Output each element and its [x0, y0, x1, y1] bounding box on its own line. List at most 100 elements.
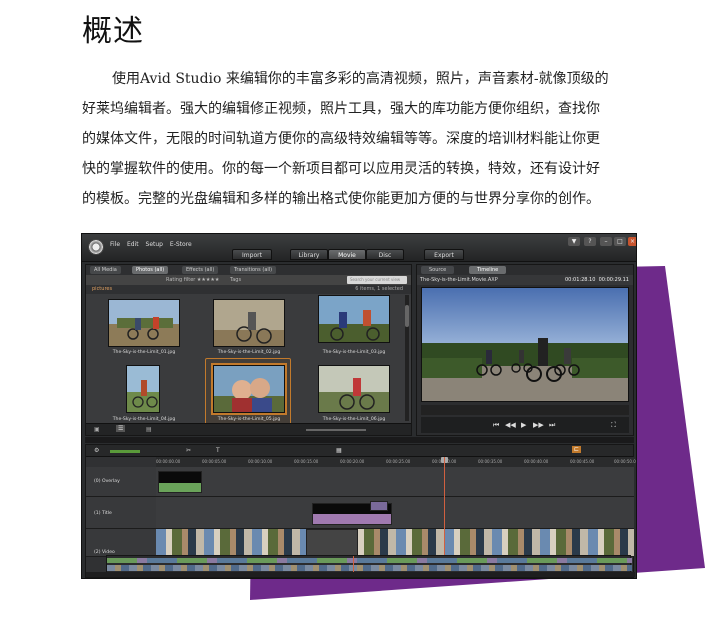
tab-export[interactable]: Export	[424, 249, 464, 260]
help-icon[interactable]: ?	[584, 237, 596, 246]
track-overlay	[156, 467, 634, 497]
paragraph-line: 的模板。完整的光盘编辑和多样的输出格式使你能更加方便的与世界分享你的创作。	[82, 191, 600, 207]
photo-thumbnail[interactable]	[318, 295, 390, 343]
track-header-video[interactable]: (2) Video	[86, 529, 156, 557]
folder-bar: pictures 6 items, 1 selected	[86, 285, 411, 294]
photo-thumbnail[interactable]	[108, 299, 180, 347]
player-tab-timeline[interactable]: Timeline	[469, 266, 507, 274]
library-panel: All Media Photos (all) Effects (all) Tra…	[85, 264, 412, 436]
player-ruler[interactable]	[421, 405, 629, 415]
go-start-icon[interactable]: ⏮	[493, 421, 499, 429]
menu-setup[interactable]: Setup	[146, 241, 163, 248]
menu-edit[interactable]: Edit	[127, 241, 139, 248]
ruler-tick: 00:00:40.00	[524, 459, 549, 464]
track-header-title[interactable]: (1) Title	[86, 497, 156, 529]
ruler-tick: 00:00:45.00	[570, 459, 595, 464]
volume-meter	[110, 450, 140, 453]
intro-paragraph: 使用Avid Studio 来编辑你的丰富多彩的高清视频，照片，声音素材-就像顶…	[82, 64, 642, 214]
ruler-tick: 00:00:05.00	[202, 459, 227, 464]
photo-caption: The-Sky-is-the-Limit_03.jpg	[322, 350, 386, 355]
library-folder-icon[interactable]: ▤	[146, 426, 152, 433]
track-name: (1) Title	[94, 511, 112, 516]
timeline-ruler[interactable]: 00:00:00.00 00:00:05.00 00:00:10.00 00:0…	[156, 457, 637, 467]
cart-icon[interactable]: ▼	[568, 237, 580, 246]
track-title	[156, 497, 634, 529]
minimize-icon[interactable]: –	[600, 237, 612, 246]
tab-import[interactable]: Import	[232, 249, 272, 260]
fullscreen-icon[interactable]: ⛶	[611, 421, 616, 429]
thumb-size-slider[interactable]	[306, 429, 366, 431]
library-tab-effects[interactable]: Effects (all)	[182, 266, 219, 274]
library-filterbar: Rating filter ★★★★★ Tags Search your cur…	[86, 275, 411, 285]
paragraph-line: 使用Avid Studio 来编辑你的丰富多彩的高清视频，照片，声音素材-就像顶…	[112, 71, 609, 87]
track-header-overlay[interactable]: (0) Overlay	[86, 467, 156, 497]
photo-caption: The-Sky-is-the-Limit_04.jpg	[112, 417, 176, 422]
paragraph-line: 快的掌握软件的使用。你的每一个新项目都可以应用灵活的转换，特效，还有设计好	[82, 161, 600, 177]
title-clip-thumb[interactable]	[370, 501, 388, 511]
folder-name: pictures	[92, 286, 113, 292]
razor-icon[interactable]: ✂	[186, 447, 191, 454]
title-icon[interactable]: T	[216, 447, 220, 454]
paragraph-line: 的媒体文件，无限的时间轨道方便你的高级特效编辑等等。深度的培训材料能让你更	[82, 131, 600, 147]
app-logo-icon	[88, 239, 104, 255]
timeline-toolbar: ⚙ ✂ T ▦ ⊏	[86, 445, 633, 457]
tab-disc[interactable]: Disc	[366, 249, 404, 260]
ruler-tick: 00:00:00.00	[156, 459, 181, 464]
photo-thumbnail[interactable]	[213, 299, 285, 347]
tags-label[interactable]: Tags	[230, 275, 241, 285]
divider	[85, 437, 634, 443]
photo-caption: The-Sky-is-the-Limit_05.jpg	[217, 417, 281, 422]
library-tab-all-media[interactable]: All Media	[90, 266, 121, 274]
navigator-track	[107, 558, 632, 563]
page-title: 概述	[82, 14, 144, 49]
library-toolbar: ▣ ☰ ▤	[86, 423, 411, 435]
trash-icon[interactable]: ▦	[336, 447, 342, 454]
ruler-tick: 00:00:20.00	[340, 459, 365, 464]
go-end-icon[interactable]: ⏭	[549, 421, 555, 429]
ruler-tick: 00:00:35.00	[478, 459, 503, 464]
timecode-total: 00:00:29.11	[598, 277, 629, 283]
prev-frame-icon[interactable]: ◀◀	[505, 421, 516, 429]
photo-thumbnail-selected[interactable]	[211, 363, 287, 415]
navigator-track	[107, 565, 632, 571]
overlay-clip[interactable]	[158, 471, 202, 493]
tab-library[interactable]: Library	[290, 249, 328, 260]
item-count: 6 items, 1 selected	[355, 286, 403, 292]
playhead-line	[444, 457, 445, 557]
library-tab-transitions[interactable]: Transitions (all)	[230, 266, 277, 274]
paragraph-line: 好莱坞编辑者。强大的编辑修正视频，照片工具，强大的库功能方便你组织，查找你	[82, 101, 600, 117]
photo-caption: The-Sky-is-the-Limit_02.jpg	[217, 350, 281, 355]
ruler-tick: 00:00:15.00	[294, 459, 319, 464]
track-name: (0) Overlay	[94, 479, 120, 484]
settings-icon[interactable]: ⚙	[94, 447, 99, 454]
photo-thumbnail[interactable]	[318, 365, 390, 413]
play-icon[interactable]: ▶	[521, 421, 526, 429]
next-frame-icon[interactable]: ▶▶	[533, 421, 544, 429]
tab-movie[interactable]: Movie	[328, 249, 366, 260]
menu-file[interactable]: File	[110, 241, 120, 248]
close-icon[interactable]: ×	[628, 237, 636, 246]
ruler-tick: 00:00:25.00	[386, 459, 411, 464]
photo-thumbnail[interactable]	[126, 365, 160, 413]
timecode: 00:01:28.10 00:00:29.11	[565, 275, 629, 285]
rating-filter[interactable]: Rating filter ★★★★★	[166, 275, 219, 285]
photo-caption: The-Sky-is-the-Limit_01.jpg	[112, 350, 176, 355]
video-clip-dark[interactable]	[306, 529, 358, 557]
photo-caption: The-Sky-is-the-Limit_06.jpg	[322, 417, 386, 422]
ruler-tick: 00:00:50.00	[614, 459, 637, 464]
app-menu: File Edit Setup E-Store	[110, 241, 197, 248]
menu-estore[interactable]: E-Store	[170, 241, 192, 248]
ruler-tick: 00:00:10.00	[248, 459, 273, 464]
snap-toggle-icon[interactable]: ⊏	[572, 446, 582, 453]
library-scrollbar[interactable]	[405, 295, 409, 421]
library-view-icon[interactable]: ▣	[94, 426, 100, 433]
library-sort-icon[interactable]: ☰	[116, 425, 126, 432]
player-tab-source[interactable]: Source	[421, 266, 455, 274]
player-panel: Source Timeline The-Sky-is-the-Limit.Mov…	[416, 264, 634, 436]
library-search-input[interactable]: Search your current view	[347, 276, 407, 284]
app-topbar: File Edit Setup E-Store Import Library M…	[82, 234, 636, 262]
timeline-scrollbar[interactable]	[86, 572, 635, 577]
maximize-icon[interactable]: □	[614, 237, 626, 246]
movie-name: The-Sky-is-the-Limit.Movie.AXP	[420, 277, 498, 283]
library-tab-photos[interactable]: Photos (all)	[132, 266, 169, 274]
